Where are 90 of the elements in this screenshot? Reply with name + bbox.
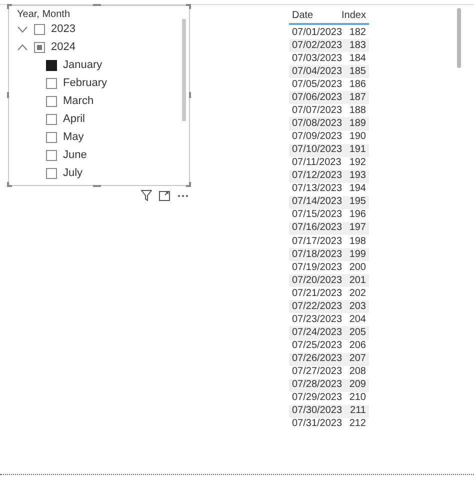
table-cell: 208: [349, 366, 366, 378]
table-cell-text: 07/02/2023: [292, 40, 344, 52]
slicer-title: Year, Month: [17, 9, 70, 21]
table-cell: 193: [349, 170, 366, 182]
slicer-item[interactable]: April: [63, 112, 86, 126]
slicer-item[interactable]: 2024: [51, 40, 76, 54]
table-cell: 186: [349, 78, 366, 91]
slicer-item[interactable]: February: [63, 76, 108, 90]
table-cell: 197: [349, 222, 366, 234]
table-cell-text: 07/19/2023: [292, 262, 344, 274]
table-cell-text: 07/10/2023: [292, 144, 344, 156]
table-cell-text: 07/17/2023: [292, 236, 344, 248]
table-cell: 205: [349, 326, 366, 339]
table-cell: 202: [349, 288, 366, 300]
table-cell: 196: [349, 209, 366, 222]
table-cell-text: 07/06/2023: [292, 92, 344, 104]
table-cell: 188: [349, 104, 366, 117]
chevron-down-icon[interactable]: [17, 26, 28, 32]
table-cell-text: 07/16/2023: [292, 222, 344, 234]
checkbox[interactable]: [34, 42, 45, 52]
slicer-item[interactable]: 2023: [51, 22, 76, 36]
table-cell: 194: [349, 183, 366, 196]
table-cell: 210: [349, 392, 366, 404]
table-cell: 185: [349, 66, 366, 78]
table-cell: 212: [349, 418, 366, 430]
table-cell-text: 07/11/2023: [292, 157, 342, 170]
slicer-item[interactable]: March: [63, 94, 94, 108]
table-cell: 192: [349, 157, 366, 170]
more-options-icon[interactable]: [177, 194, 189, 198]
checkbox[interactable]: [46, 60, 57, 70]
table-cell: 207: [349, 353, 366, 366]
table-cell: 204: [349, 314, 366, 326]
table-cell: 184: [349, 52, 366, 65]
scrollbar[interactable]: [182, 19, 186, 121]
table-cell-text: 07/20/2023: [292, 274, 344, 287]
table-cell-text: 07/13/2023: [292, 183, 344, 196]
table-cell: 198: [349, 236, 366, 248]
table-cell-text: 07/18/2023: [292, 248, 344, 261]
table-cell-text: 07/30/2023: [292, 405, 344, 418]
table-cell-text: 07/07/2023: [292, 104, 344, 117]
table-cell: 191: [349, 144, 366, 156]
table-cell: 206: [349, 340, 366, 352]
table-cell-text: 07/26/2023: [292, 353, 344, 366]
table-cell: 201: [349, 274, 366, 287]
table-cell-text: 07/27/2023: [292, 366, 344, 378]
table-cell-text: 07/01/2023: [292, 26, 344, 39]
table-cell-text: 07/29/2023: [292, 392, 344, 404]
column-header[interactable]: Index: [342, 8, 366, 23]
table-cell-text: 07/05/2023: [292, 78, 344, 91]
table-cell: 190: [349, 131, 366, 144]
table-cell-text: 07/31/2023: [292, 418, 344, 430]
table-cell-text: 07/04/2023: [292, 66, 344, 78]
table-cell-text: 07/09/2023: [292, 131, 344, 144]
table-cell: 199: [349, 248, 366, 261]
table-cell-text: 07/28/2023: [292, 379, 344, 392]
focus-mode-icon[interactable]: [159, 190, 170, 201]
table-cell: 200: [349, 262, 366, 274]
slicer-item[interactable]: January: [63, 58, 102, 72]
table-cell: 189: [349, 118, 366, 130]
table-cell-text: 07/03/2023: [292, 52, 344, 65]
checkbox[interactable]: [46, 96, 57, 106]
table-cell: 203: [349, 300, 366, 313]
table-cell: 195: [349, 196, 366, 208]
table-cell-text: 07/25/2023: [292, 340, 344, 352]
table-cell-text: 07/12/2023: [292, 170, 344, 182]
table-cell-text: 07/23/2023: [292, 314, 344, 326]
table-cell-text: 07/22/2023: [292, 300, 344, 313]
table-cell: 182: [349, 26, 366, 39]
chevron-up-icon[interactable]: [17, 44, 28, 50]
table-cell: 209: [349, 379, 366, 392]
slicer-item[interactable]: May: [63, 130, 84, 144]
table-cell: 211: [350, 405, 366, 418]
table-cell: 187: [349, 92, 366, 104]
table-cell-text: 07/14/2023: [292, 196, 344, 208]
scrollbar[interactable]: [457, 8, 461, 68]
table-cell-text: 07/15/2023: [292, 209, 344, 222]
table-cell-text: 07/08/2023: [292, 118, 344, 130]
checkbox[interactable]: [46, 168, 57, 178]
slicer-item[interactable]: July: [63, 166, 83, 180]
column-header[interactable]: Date: [292, 8, 342, 23]
filter-icon[interactable]: [141, 190, 152, 201]
table-cell-text: 07/21/2023: [292, 288, 344, 300]
checkbox[interactable]: [46, 114, 57, 124]
checkbox[interactable]: [46, 150, 57, 160]
table-cell-text: 07/24/2023: [292, 326, 344, 339]
checkbox[interactable]: [46, 78, 57, 88]
table-cell: 183: [349, 40, 366, 52]
checkbox[interactable]: [46, 132, 57, 142]
checkbox[interactable]: [34, 24, 45, 34]
slicer-item[interactable]: June: [63, 148, 87, 162]
